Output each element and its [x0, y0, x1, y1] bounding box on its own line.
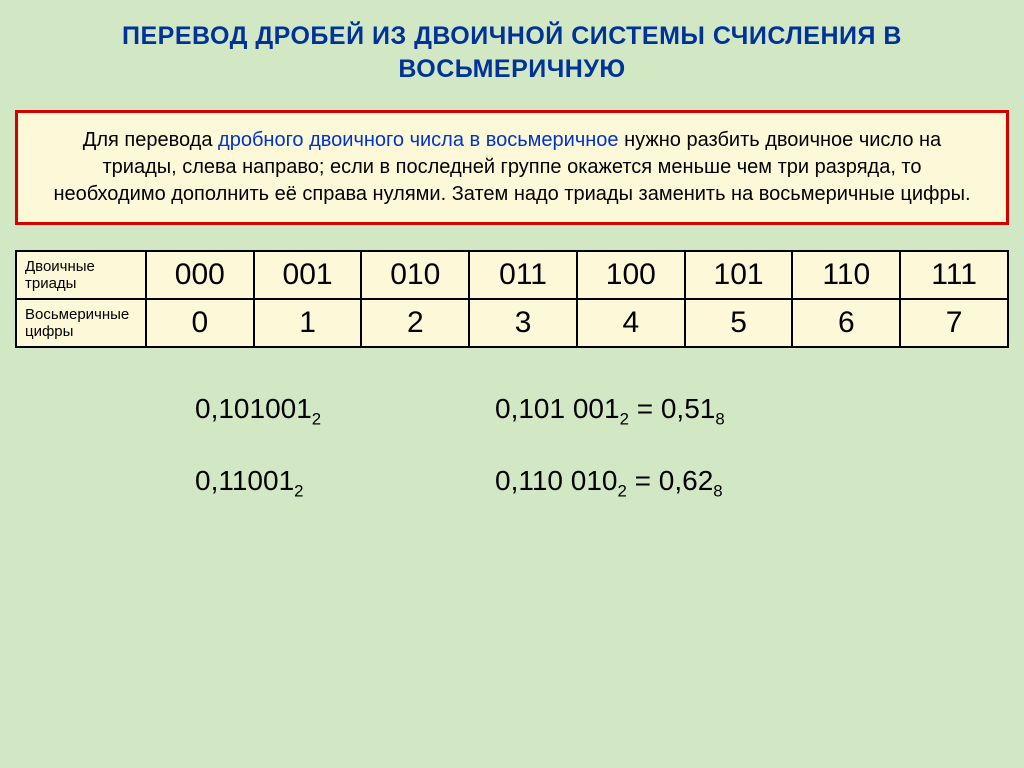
- equals: =: [629, 393, 661, 424]
- value: 0,11001: [195, 465, 294, 496]
- row1-label: Двоичные триады: [16, 251, 146, 299]
- table-row: Двоичные триады 000 001 010 011 100 101 …: [16, 251, 1008, 299]
- equals: =: [627, 465, 659, 496]
- value: 0,51: [661, 393, 716, 424]
- subscript: 2: [294, 481, 303, 500]
- triad-cell: 011: [469, 251, 577, 299]
- octal-cell: 5: [685, 299, 793, 347]
- value: 0,101001: [195, 393, 312, 424]
- rule-text-1: Для перевода: [83, 129, 218, 151]
- octal-cell: 4: [577, 299, 685, 347]
- octal-cell: 1: [254, 299, 362, 347]
- example-1-result: 0,101 0012 = 0,518: [495, 393, 725, 430]
- example-1-input: 0,1010012: [195, 393, 495, 430]
- rule-highlight: дробного двоичного числа в восьмеричное: [218, 129, 619, 151]
- rule-box: Для перевода дробного двоичного числа в …: [15, 110, 1009, 225]
- value: 0,62: [659, 465, 714, 496]
- subscript: 8: [713, 481, 722, 500]
- subscript: 2: [312, 410, 321, 429]
- triads-table: Двоичные триады 000 001 010 011 100 101 …: [15, 250, 1009, 348]
- octal-cell: 6: [792, 299, 900, 347]
- triad-cell: 010: [361, 251, 469, 299]
- triad-cell: 110: [792, 251, 900, 299]
- triad-cell: 000: [146, 251, 254, 299]
- subscript: 8: [715, 410, 724, 429]
- triad-cell: 100: [577, 251, 685, 299]
- value: 0,110 010: [495, 465, 618, 496]
- value: 0,101 001: [495, 393, 620, 424]
- octal-cell: 2: [361, 299, 469, 347]
- row2-label: Восьмеричные цифры: [16, 299, 146, 347]
- octal-cell: 7: [900, 299, 1008, 347]
- triad-cell: 001: [254, 251, 362, 299]
- subscript: 2: [618, 481, 627, 500]
- slide-title: ПЕРЕВОД ДРОБЕЙ ИЗ ДВОИЧНОЙ СИСТЕМЫ СЧИСЛ…: [15, 20, 1009, 85]
- example-2-result: 0,110 0102 = 0,628: [495, 465, 723, 502]
- examples: 0,1010012 0,101 0012 = 0,518 0,110012 0,…: [15, 393, 1009, 501]
- example-row-2: 0,110012 0,110 0102 = 0,628: [195, 465, 1009, 502]
- octal-cell: 0: [146, 299, 254, 347]
- octal-cell: 3: [469, 299, 577, 347]
- table-row: Восьмеричные цифры 0 1 2 3 4 5 6 7: [16, 299, 1008, 347]
- example-row-1: 0,1010012 0,101 0012 = 0,518: [195, 393, 1009, 430]
- triad-cell: 101: [685, 251, 793, 299]
- example-2-input: 0,110012: [195, 465, 495, 502]
- triad-cell: 111: [900, 251, 1008, 299]
- subscript: 2: [620, 410, 629, 429]
